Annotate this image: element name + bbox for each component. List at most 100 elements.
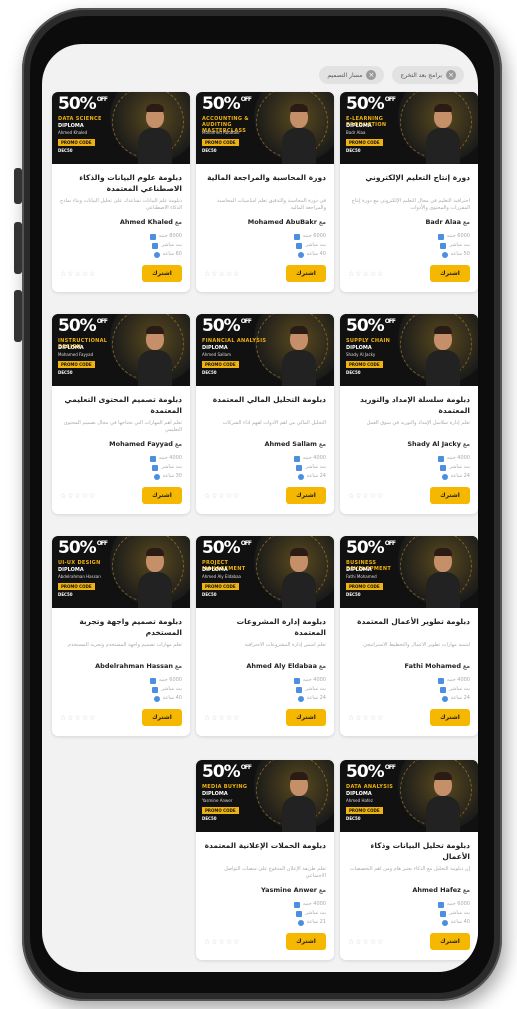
promo-code: DEC50 xyxy=(58,592,73,597)
course-price: 6000 جنيه xyxy=(348,900,470,909)
enroll-button[interactable]: اشترك xyxy=(286,265,326,282)
enroll-button[interactable]: اشترك xyxy=(286,487,326,504)
course-instructor: مع Ahmed Sallam xyxy=(264,440,326,448)
course-description: تعلم مهارات تصميم واجهة المستخدم وتجربة … xyxy=(68,642,182,648)
calendar-icon xyxy=(293,233,300,240)
course-card[interactable]: 50%OFF BUSINESS DEVELOPMENT DIPLOMA Fath… xyxy=(340,536,478,736)
banner-instructor: Shady Al Jacky xyxy=(346,352,376,357)
course-price: 4000 جنيه xyxy=(60,454,182,463)
course-card[interactable]: 50%OFF PROJECT MANAGEMENT DIPLOMA Ahmed … xyxy=(196,536,334,736)
course-card[interactable]: 50%OFF DATA SCIENCE DIPLOMA Ahmed Khaled… xyxy=(52,92,190,292)
filter-chip-label: برامج بعد التخرج xyxy=(400,71,442,79)
course-title[interactable]: دبلومة سلسلة الإمداد والتوريد المعتمدة xyxy=(348,394,470,416)
course-mode: بث مباشر xyxy=(60,685,182,694)
video-icon xyxy=(440,242,447,249)
course-hours: 60 ساعة xyxy=(60,250,182,259)
course-mode: بث مباشر xyxy=(204,241,326,250)
close-icon[interactable]: × xyxy=(446,70,456,80)
rating-stars: ☆☆☆☆☆ xyxy=(204,269,241,278)
course-banner: 50%OFF INSTRUCTIONAL DESIGN DIPLOMA Moha… xyxy=(52,314,190,386)
course-card[interactable]: 50%OFF SUPPLY CHAIN DIPLOMA Shady Al Jac… xyxy=(340,314,478,514)
course-title[interactable]: دورة المحاسبة والمراجعة المالية xyxy=(204,172,326,194)
discount-badge: 50%OFF xyxy=(202,316,252,336)
enroll-button[interactable]: اشترك xyxy=(142,487,182,504)
course-card[interactable]: 50%OFF MEDIA BUYING DIPLOMA Yasmine Anwe… xyxy=(196,760,334,960)
instructor-photo xyxy=(426,772,460,832)
promo-code-badge: PROMO CODE xyxy=(346,807,383,814)
calendar-icon xyxy=(437,901,444,908)
enroll-button[interactable]: اشترك xyxy=(430,265,470,282)
banner-category: UI-UX DESIGN xyxy=(58,560,101,566)
enroll-button[interactable]: اشترك xyxy=(430,709,470,726)
discount-badge: 50%OFF xyxy=(346,94,396,114)
clock-icon xyxy=(153,695,160,702)
course-card[interactable]: 50%OFF DATA ANALYSIS DIPLOMA Ahmed Hafez… xyxy=(340,760,478,960)
banner-diploma: DIPLOMA xyxy=(202,567,228,573)
filter-chip[interactable]: مسار التصميم × xyxy=(319,66,385,84)
promo-code-badge: PROMO CODE xyxy=(202,807,239,814)
course-title[interactable]: دبلومة تطوير الأعمال المعتمدة xyxy=(348,616,470,638)
instructor-photo xyxy=(426,326,460,386)
clock-icon xyxy=(441,919,448,926)
calendar-icon xyxy=(293,901,300,908)
instructor-photo xyxy=(426,548,460,608)
enroll-button[interactable]: اشترك xyxy=(286,709,326,726)
calendar-icon xyxy=(149,233,156,240)
banner-instructor: Ahmed Sallam xyxy=(202,352,231,357)
course-mode: بث مباشر xyxy=(348,241,470,250)
instructor-photo xyxy=(138,104,172,164)
course-banner: 50%OFF E-LEARNING PRODUCTION DIPLOMA Bad… xyxy=(340,92,478,164)
course-card[interactable]: 50%OFF UI-UX DESIGN DIPLOMA Abdelrahman … xyxy=(52,536,190,736)
promo-code-badge: PROMO CODE xyxy=(202,583,239,590)
course-banner: 50%OFF DATA SCIENCE DIPLOMA Ahmed Khaled… xyxy=(52,92,190,164)
enroll-button[interactable]: اشترك xyxy=(142,709,182,726)
course-hours: 24 ساعة xyxy=(204,472,326,481)
enroll-button[interactable]: اشترك xyxy=(430,933,470,950)
instructor-photo xyxy=(138,326,172,386)
course-title[interactable]: دبلومة الحملات الإعلانية المعتمدة xyxy=(204,840,326,862)
enroll-button[interactable]: اشترك xyxy=(430,487,470,504)
banner-diploma: DIPLOMA xyxy=(58,567,84,573)
clock-icon xyxy=(297,695,304,702)
course-description: إن دبلومة التحليل مع الذكاء يعتبر هام وم… xyxy=(350,866,470,872)
enroll-button[interactable]: اشترك xyxy=(286,933,326,950)
course-card[interactable]: 50%OFF E-LEARNING PRODUCTION DIPLOMA Bad… xyxy=(340,92,478,292)
course-card[interactable]: 50%OFF ACCOUNTING & AUDITING MASTERCLASS… xyxy=(196,92,334,292)
instructor-photo xyxy=(282,548,316,608)
course-title[interactable]: دبلومة تحليل البيانات وذكاء الأعمال xyxy=(348,840,470,862)
course-banner: 50%OFF ACCOUNTING & AUDITING MASTERCLASS… xyxy=(196,92,334,164)
banner-category: SUPPLY CHAIN xyxy=(346,338,391,344)
video-icon xyxy=(152,686,159,693)
course-title[interactable]: دبلومة تصميم المحتوى التعليمي المعتمدة xyxy=(60,394,182,416)
discount-badge: 50%OFF xyxy=(346,316,396,336)
clock-icon xyxy=(153,251,160,258)
video-icon xyxy=(440,686,447,693)
video-icon xyxy=(296,464,303,471)
course-title[interactable]: دبلومة التحليل المالي المعتمدة xyxy=(204,394,326,416)
close-icon[interactable]: × xyxy=(366,70,377,80)
filter-chip[interactable]: برامج بعد التخرج × xyxy=(392,66,464,84)
banner-instructor: Yasmine Anwer xyxy=(202,798,233,803)
course-title[interactable]: دبلومة علوم البيانات والذكاء الاصطناعي ا… xyxy=(60,172,182,194)
promo-code-badge: PROMO CODE xyxy=(58,583,95,590)
course-title[interactable]: دورة إنتاج التعليم الإلكتروني xyxy=(348,172,470,194)
course-description: تعلم أهم المهارات التي تحتاجها في مجال ت… xyxy=(63,420,182,433)
discount-badge: 50%OFF xyxy=(202,94,252,114)
course-title[interactable]: دبلومة تصميم واجهة وتجربة المستخدم xyxy=(60,616,182,638)
enroll-button[interactable]: اشترك xyxy=(142,265,182,282)
instructor-photo xyxy=(282,772,316,832)
banner-instructor: Badr Alaa xyxy=(346,130,366,135)
promo-code: DEC50 xyxy=(346,148,361,153)
course-mode: بث مباشر xyxy=(60,463,182,472)
instructor-photo xyxy=(282,104,316,164)
banner-diploma: DIPLOMA xyxy=(346,123,372,129)
course-card[interactable]: 50%OFF INSTRUCTIONAL DESIGN DIPLOMA Moha… xyxy=(52,314,190,514)
promo-code: DEC50 xyxy=(346,816,361,821)
banner-instructor: Mohamed AbuBakr xyxy=(202,130,241,135)
screen: مسار التصميم × برامج بعد التخرج × 50%OFF… xyxy=(42,44,478,972)
course-price: 6000 جنيه xyxy=(348,232,470,241)
course-title[interactable]: دبلومة إدارة المشروعات المعتمدة xyxy=(204,616,326,638)
discount-badge: 50%OFF xyxy=(58,94,108,114)
rating-stars: ☆☆☆☆☆ xyxy=(60,491,97,500)
course-card[interactable]: 50%OFF FINANCIAL ANALYSIS DIPLOMA Ahmed … xyxy=(196,314,334,514)
